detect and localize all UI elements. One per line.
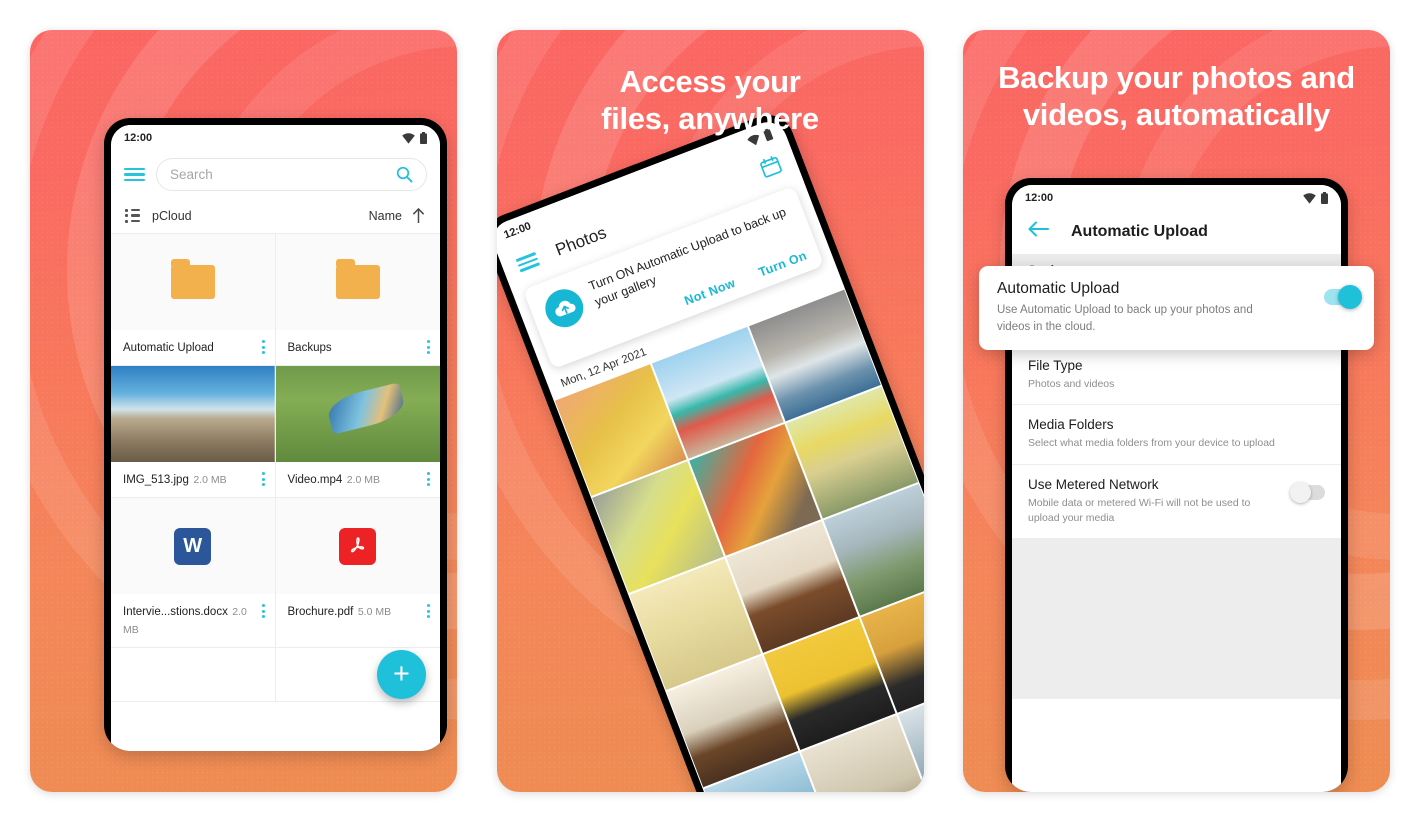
file-cell-empty	[111, 648, 276, 702]
app-bar: Automatic Upload	[1012, 211, 1341, 254]
wifi-icon	[402, 132, 415, 144]
file-meta: Intervie...stions.docx 2.0 MB	[111, 594, 275, 647]
headline-line-2: files, anywhere	[601, 100, 819, 136]
file-meta: Brochure.pdf 5.0 MB	[275, 594, 440, 629]
more-options-icon[interactable]	[256, 602, 265, 618]
status-bar: 12:00	[1012, 185, 1341, 211]
file-cell[interactable]: IMG_513.jpg 2.0 MB	[111, 366, 276, 498]
status-time: 12:00	[1025, 192, 1054, 204]
file-name: IMG_513.jpg	[123, 474, 189, 486]
automatic-upload-card: Automatic Upload Use Automatic Upload to…	[979, 266, 1374, 351]
sort-control[interactable]: Name	[369, 207, 426, 224]
panel-headline: Backup your photos and videos, automatic…	[963, 30, 1390, 134]
word-file-icon: W	[174, 527, 212, 565]
page-title: Photos	[552, 222, 609, 260]
file-name: Brochure.pdf	[287, 606, 354, 618]
battery-icon	[420, 132, 427, 144]
row-subtitle: Mobile data or metered Wi-Fi will not be…	[1028, 497, 1251, 524]
arrow-up-icon[interactable]	[411, 207, 426, 224]
folder-icon	[170, 259, 215, 299]
headline-line-2: videos, automatically	[1022, 96, 1331, 132]
folder-thumbnail	[275, 234, 440, 330]
automatic-upload-toggle[interactable]	[1324, 285, 1362, 309]
more-options-icon[interactable]	[256, 470, 265, 486]
file-name: Backups	[287, 342, 332, 354]
file-size: 2.0 MB	[193, 474, 227, 486]
status-time: 12:00	[501, 220, 533, 242]
phone-mockup-files: 12:00 Search pCloud Name Automatic Uploa…	[104, 118, 447, 751]
more-options-icon[interactable]	[421, 470, 430, 486]
search-placeholder: Search	[170, 167, 213, 182]
file-grid: Automatic Upload Backups IMG_513.jpg 2.0…	[111, 234, 440, 702]
settings-empty-area	[1012, 539, 1341, 700]
hamburger-menu-icon[interactable]	[124, 167, 145, 182]
file-meta: Video.mp4 2.0 MB	[275, 462, 440, 497]
document-thumbnail: W	[111, 498, 275, 594]
row-subtitle: Select what media folders from your devi…	[1028, 437, 1275, 450]
calendar-icon[interactable]	[758, 154, 784, 183]
file-name: Video.mp4	[287, 474, 343, 486]
more-options-icon[interactable]	[256, 338, 265, 354]
file-meta: Automatic Upload	[111, 330, 275, 365]
file-size: 2.0 MB	[346, 474, 380, 486]
file-name: Automatic Upload	[123, 342, 214, 354]
settings-row-file-type[interactable]: File Type Photos and videos	[1012, 345, 1341, 406]
search-icon[interactable]	[396, 166, 413, 183]
folder-thumbnail	[111, 234, 275, 330]
pdf-file-icon	[339, 527, 377, 565]
more-options-icon[interactable]	[421, 338, 430, 354]
file-cell[interactable]: Automatic Upload	[111, 234, 276, 366]
row-title: File Type	[1028, 357, 1083, 373]
list-view-icon[interactable]	[125, 209, 140, 223]
add-button[interactable]: +	[377, 650, 426, 699]
row-subtitle: Photos and videos	[1028, 377, 1115, 390]
settings-row-media-folders[interactable]: Media Folders Select what media folders …	[1012, 405, 1341, 466]
card-subtitle: Use Automatic Upload to back up your pho…	[997, 304, 1253, 333]
screenshot-gallery: 12:00 Search pCloud Name Automatic Uploa…	[0, 0, 1420, 822]
panel-headline: Access your files, anywhere	[497, 30, 924, 138]
arrow-left-icon[interactable]	[1028, 221, 1049, 242]
document-thumbnail	[275, 498, 440, 594]
battery-icon	[1321, 192, 1328, 204]
headline-line-1: Backup your photos and	[998, 60, 1355, 95]
file-cell[interactable]: Video.mp4 2.0 MB	[275, 366, 440, 498]
row-title: Use Metered Network	[1028, 477, 1159, 493]
more-options-icon[interactable]	[421, 602, 430, 618]
file-meta: IMG_513.jpg 2.0 MB	[111, 462, 275, 497]
metered-network-toggle[interactable]	[1290, 482, 1325, 504]
promo-panel-photos: Access your files, anywhere 12:00 Photos…	[496, 30, 924, 792]
file-cell[interactable]: W Intervie...stions.docx 2.0 MB	[111, 498, 276, 648]
search-input[interactable]: Search	[156, 158, 427, 191]
hamburger-menu-icon[interactable]	[515, 252, 540, 273]
cloud-upload-icon	[539, 283, 589, 333]
image-thumbnail	[111, 366, 275, 462]
image-thumbnail	[275, 366, 440, 462]
file-meta: Backups	[275, 330, 440, 365]
row-title: Media Folders	[1028, 417, 1114, 433]
headline-line-1: Access your	[619, 64, 801, 99]
card-title: Automatic Upload	[997, 280, 1120, 297]
folder-icon	[335, 259, 380, 299]
status-time: 12:00	[124, 132, 153, 144]
promo-panel-settings: Backup your photos and videos, automatic…	[963, 30, 1390, 792]
sort-label: Name	[368, 208, 402, 223]
wifi-icon	[1303, 192, 1316, 204]
file-size: 5.0 MB	[357, 606, 392, 618]
search-row: Search	[111, 151, 440, 201]
page-title: Automatic Upload	[1071, 222, 1208, 240]
current-folder-label: pCloud	[152, 208, 192, 223]
path-row: pCloud Name	[111, 201, 440, 234]
phone-mockup-photos: 12:00 Photos Turn ON Automatic Upload to…	[496, 107, 924, 792]
file-cell[interactable]: Backups	[275, 234, 440, 366]
settings-row-metered-network[interactable]: Use Metered Network Mobile data or meter…	[1012, 465, 1341, 540]
file-cell[interactable]: Brochure.pdf 5.0 MB	[275, 498, 440, 648]
file-name: Intervie...stions.docx	[123, 606, 228, 618]
status-bar: 12:00	[111, 125, 440, 151]
promo-panel-files: 12:00 Search pCloud Name Automatic Uploa…	[30, 30, 457, 792]
